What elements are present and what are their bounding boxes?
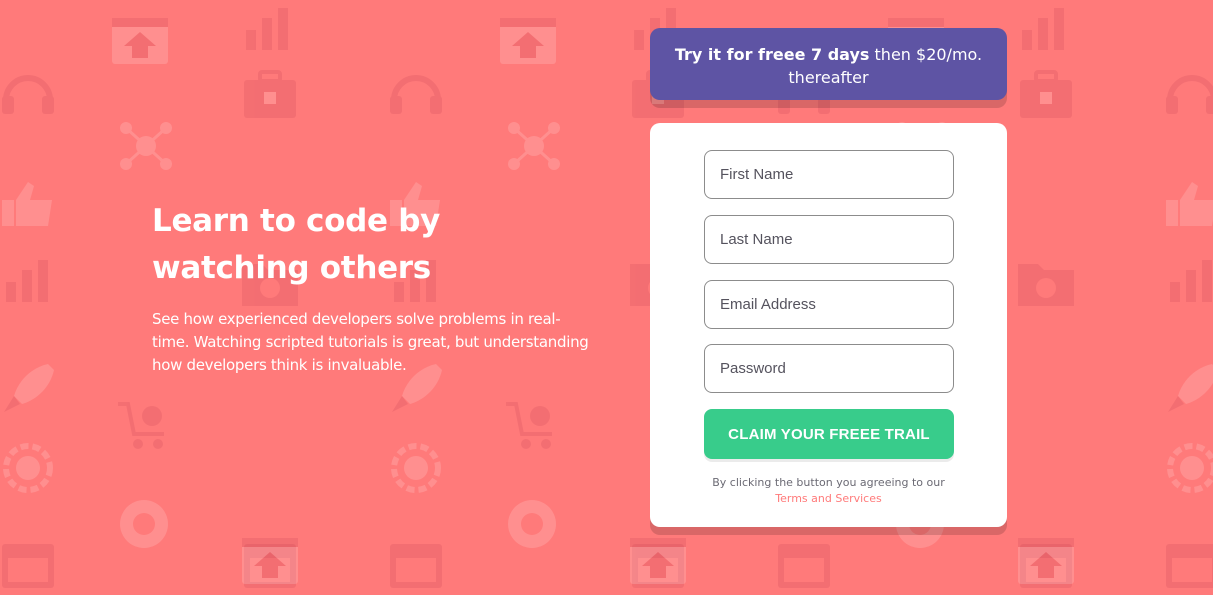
terms-notice: By clicking the button you agreeing to o… (650, 475, 1007, 507)
email-field[interactable] (704, 280, 954, 329)
terms-link[interactable]: Terms and Services (775, 492, 881, 505)
first-name-field[interactable] (704, 150, 954, 199)
hero-description: See how experienced developers solve pro… (152, 310, 589, 374)
terms-text: By clicking the button you agreeing to o… (712, 476, 945, 489)
hero-title: Learn to code by watching others (152, 203, 441, 286)
promo-bold-text: Try it for freee 7 days (674, 45, 870, 64)
claim-trial-button[interactable]: CLAIM YOUR FREEE TRAIL (704, 409, 954, 459)
promo-banner: Try it for freee 7 days then $20/mo. the… (650, 28, 1007, 100)
password-field[interactable] (704, 344, 954, 393)
last-name-field[interactable] (704, 215, 954, 264)
hero: Learn to code by watching others See how… (152, 198, 597, 377)
signup-form: CLAIM YOUR FREEE TRAIL By clicking the b… (650, 123, 1007, 527)
